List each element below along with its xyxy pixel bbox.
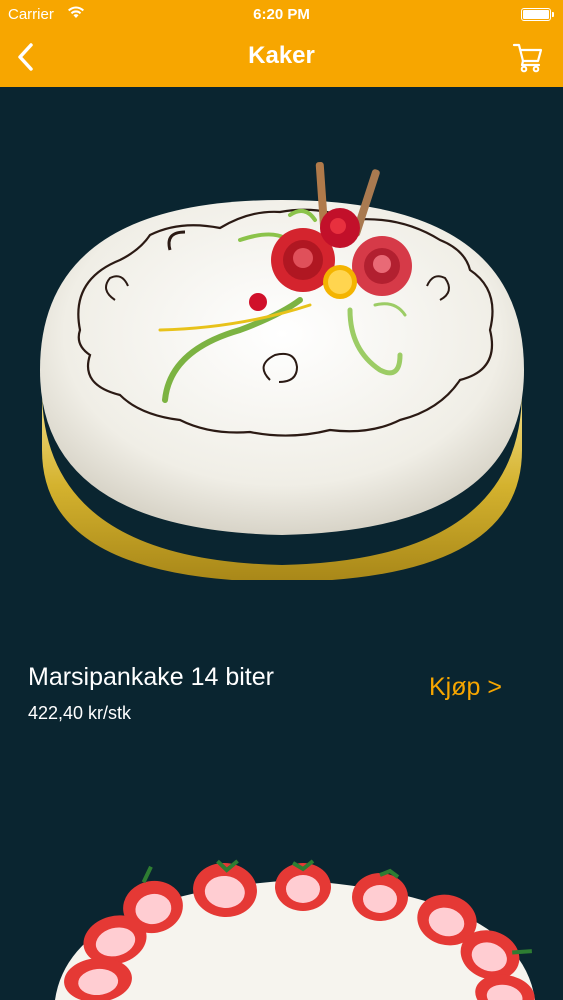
- navigation-bar: Kaker: [0, 28, 563, 87]
- buy-button[interactable]: Kjøp >: [429, 673, 502, 702]
- shopping-cart-icon: [512, 43, 543, 73]
- product-image-marzipan-cake[interactable]: [20, 150, 543, 582]
- product-image-strawberry-cake[interactable]: [50, 835, 540, 1000]
- page-title: Kaker: [248, 42, 315, 69]
- clock: 6:20 PM: [253, 6, 310, 23]
- product-price: 422,40 kr/stk: [28, 703, 132, 723]
- product-name: Marsipankake 14 biter: [28, 663, 274, 691]
- cart-button[interactable]: [511, 40, 545, 74]
- battery-icon: [521, 8, 554, 21]
- status-bar: Carrier 6:20 PM: [0, 0, 563, 28]
